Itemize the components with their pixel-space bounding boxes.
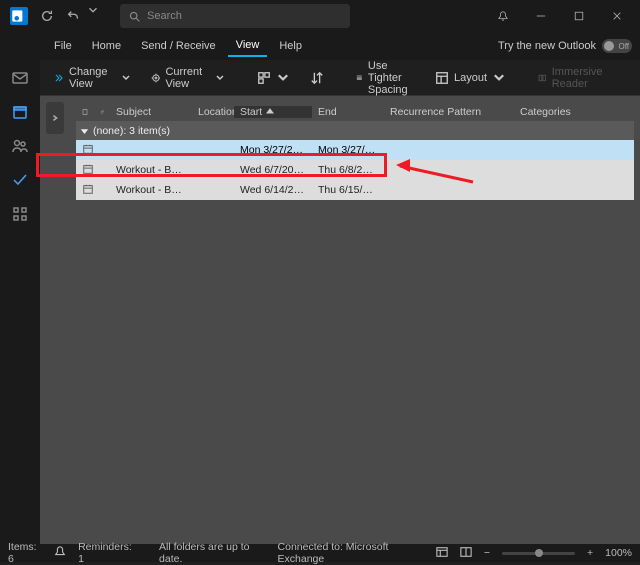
column-categories[interactable]: Categories <box>514 106 634 118</box>
column-start[interactable]: Start <box>234 106 312 118</box>
status-reminders[interactable]: Reminders: 1 <box>78 541 135 565</box>
view-normal-icon[interactable] <box>436 546 448 561</box>
cell-start: Wed 6/14/2023 1… <box>234 184 312 196</box>
notifications-icon[interactable] <box>484 0 522 32</box>
menu-home[interactable]: Home <box>84 36 129 56</box>
grid-header: Subject Location Start End Recurrence Pa… <box>76 102 634 122</box>
zoom-out-button[interactable]: − <box>484 547 490 559</box>
tighter-spacing-button[interactable]: Use Tighter Spacing <box>348 56 423 100</box>
calendar-icon[interactable] <box>10 102 30 122</box>
zoom-slider[interactable] <box>502 552 575 555</box>
sort-button[interactable] <box>302 67 332 89</box>
column-subject[interactable]: Subject <box>110 106 192 118</box>
appointment-icon <box>76 143 94 158</box>
undo-icon[interactable] <box>60 3 86 29</box>
cell-subject: Workout - Back & tri… <box>110 184 192 196</box>
status-items: Items: 6 <box>8 541 42 565</box>
table-row[interactable]: Workout - Back & tri… Wed 6/14/2023 1… T… <box>76 180 634 200</box>
try-new-outlook-toggle[interactable]: Off <box>602 39 632 53</box>
left-navigation-rail <box>0 60 40 544</box>
current-view-button[interactable]: Current View <box>143 62 234 94</box>
status-bar: Items: 6 Reminders: 1 All folders are up… <box>0 544 640 562</box>
status-connection: Connected to: Microsoft Exchange <box>278 541 424 565</box>
cell-end: Thu 6/8/2023 12:… <box>312 164 384 176</box>
cell-end: Thu 6/15/2023 1… <box>312 184 384 196</box>
cell-end: Mon 3/27/2023 … <box>312 144 384 156</box>
change-view-button[interactable]: Change View <box>46 62 139 94</box>
column-end[interactable]: End <box>312 106 384 118</box>
zoom-level[interactable]: 100% <box>605 547 632 559</box>
layout-button[interactable]: Layout <box>427 67 514 89</box>
expand-collapse-button[interactable] <box>249 67 298 89</box>
cell-start: Wed 6/7/2023 12:… <box>234 164 312 176</box>
search-placeholder: Search <box>147 10 182 22</box>
column-recurrence[interactable]: Recurrence Pattern <box>384 106 514 118</box>
qat-dropdown-icon[interactable] <box>86 3 112 29</box>
todo-icon[interactable] <box>10 170 30 190</box>
ribbon-overflow-button[interactable] <box>632 67 640 89</box>
menu-help[interactable]: Help <box>271 36 310 56</box>
menu-send-receive[interactable]: Send / Receive <box>133 36 224 56</box>
table-row[interactable]: Workout - Back & tri… Wed 6/7/2023 12:… … <box>76 160 634 180</box>
more-apps-icon[interactable] <box>10 204 30 224</box>
table-row[interactable]: Mon 3/27/2023 8… Mon 3/27/2023 … <box>76 140 634 160</box>
column-attachment[interactable] <box>94 107 110 117</box>
ribbon: Change View Current View Use Tighter Spa… <box>0 60 640 96</box>
main-content: Subject Location Start End Recurrence Pa… <box>40 96 640 544</box>
zoom-in-button[interactable]: + <box>587 547 593 559</box>
reminders-icon[interactable] <box>54 546 66 561</box>
try-new-outlook-label: Try the new Outlook <box>498 40 596 52</box>
close-button[interactable] <box>598 0 636 32</box>
menu-view[interactable]: View <box>228 35 268 57</box>
cell-start: Mon 3/27/2023 8… <box>234 144 312 156</box>
column-location[interactable]: Location <box>192 106 234 118</box>
status-sync: All folders are up to date. <box>159 541 265 565</box>
menu-file[interactable]: File <box>46 36 80 56</box>
appointment-icon <box>76 183 94 198</box>
maximize-button[interactable] <box>560 0 598 32</box>
search-input[interactable]: Search <box>120 4 350 28</box>
sync-icon[interactable] <box>34 3 60 29</box>
folder-pane-toggle[interactable] <box>46 102 64 134</box>
outlook-app-icon <box>10 7 28 25</box>
appointment-icon <box>76 163 94 178</box>
menu-bar: File Home Send / Receive View Help Try t… <box>0 32 640 60</box>
group-header[interactable]: (none): 3 item(s) <box>76 122 634 140</box>
immersive-reader-button: Immersive Reader <box>530 62 616 94</box>
cell-subject: Workout - Back & tri… <box>110 164 192 176</box>
column-icon[interactable] <box>76 107 94 117</box>
mail-icon[interactable] <box>10 68 30 88</box>
minimize-button[interactable] <box>522 0 560 32</box>
view-reading-icon[interactable] <box>460 546 472 561</box>
people-icon[interactable] <box>10 136 30 156</box>
